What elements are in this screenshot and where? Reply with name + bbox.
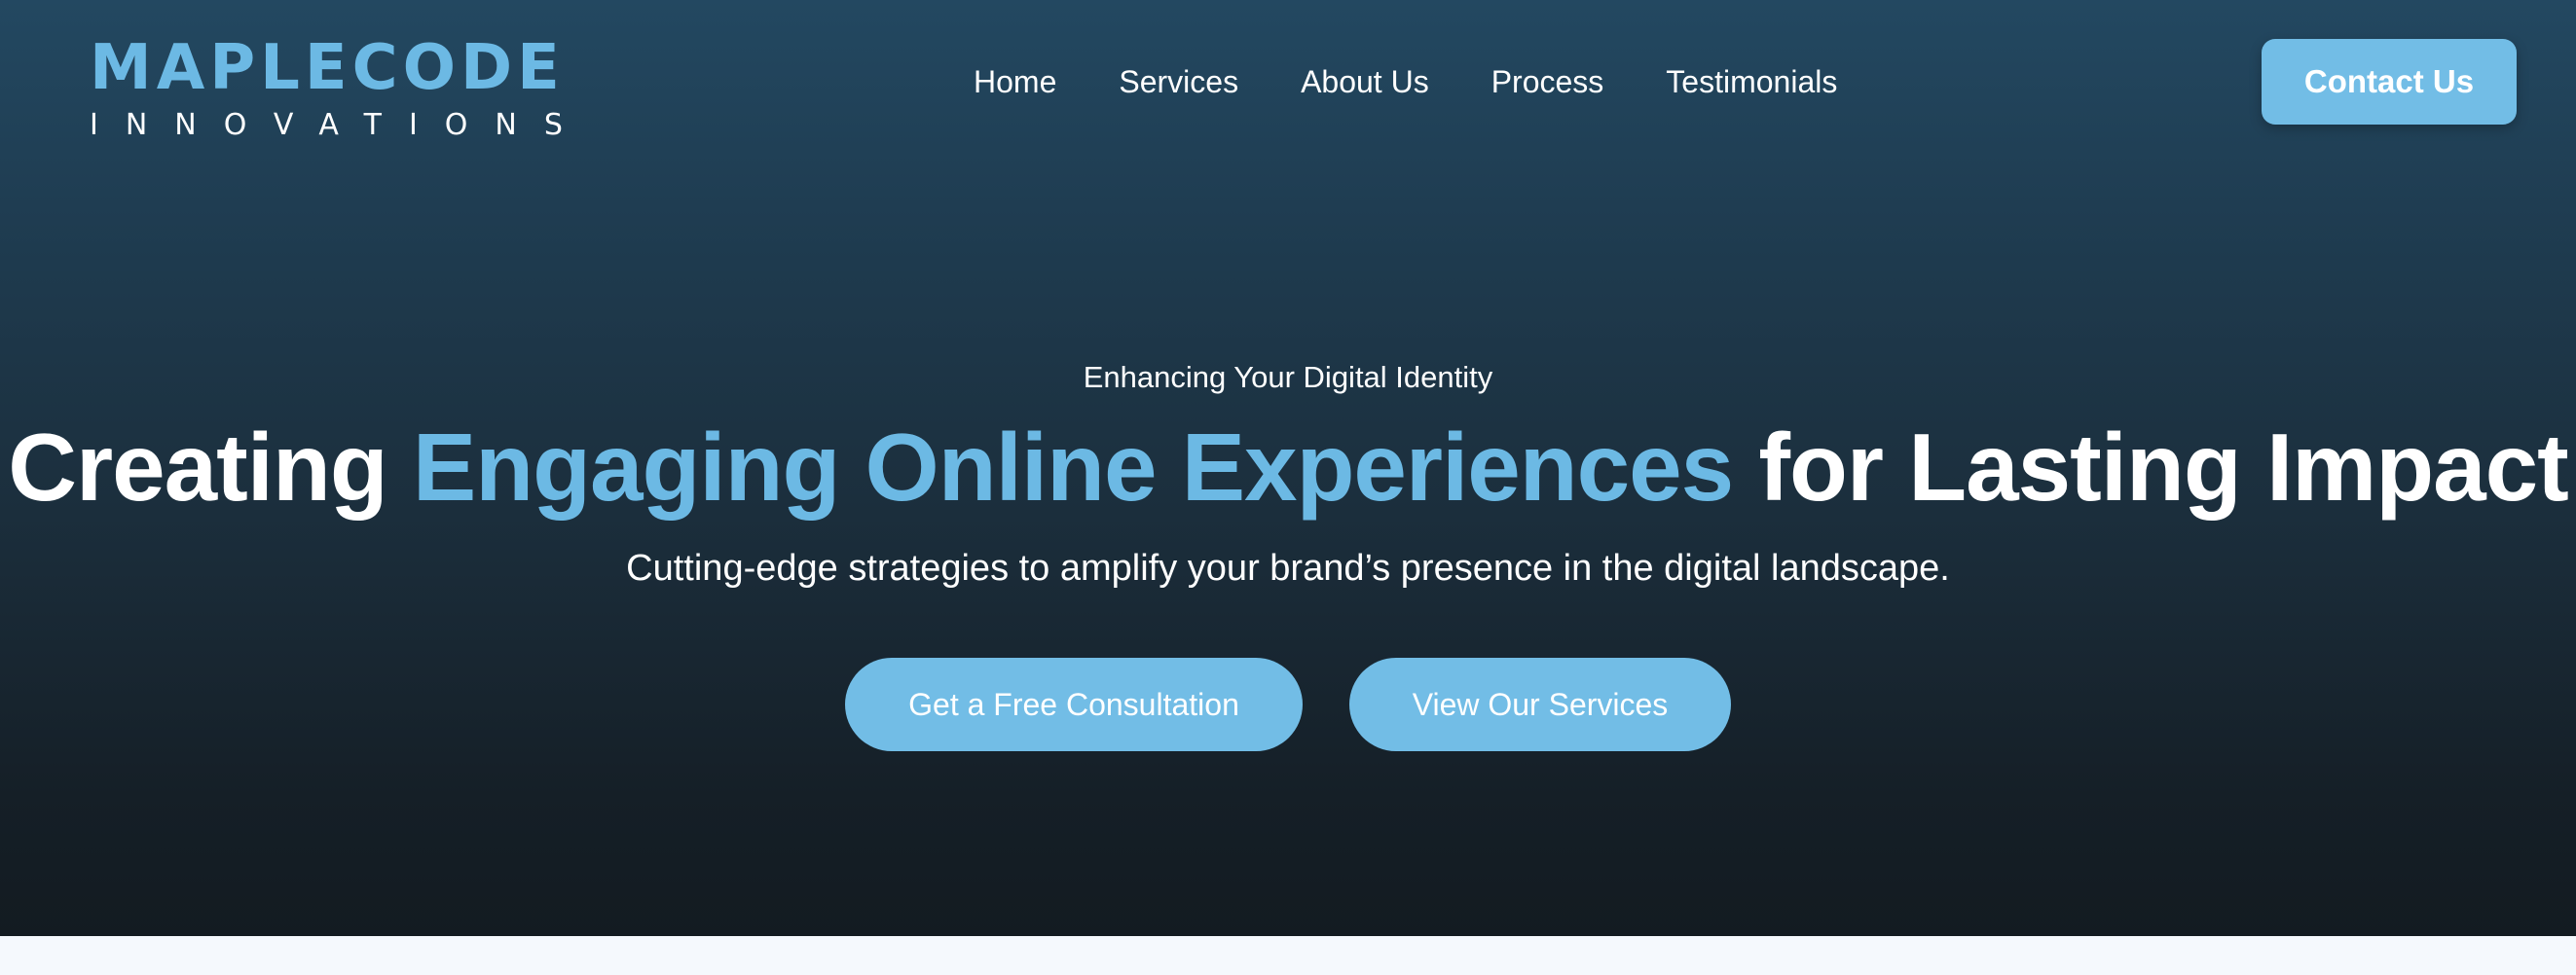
logo-wordmark: MAPLECODE [90,32,565,104]
logo[interactable]: MAPLECODE INNOVATIONS [90,32,590,142]
hero-headline: Creating Engaging Online Experiences for… [0,409,2576,525]
logo-tagline: INNOVATIONS [90,108,590,142]
nav-item-home[interactable]: Home [974,62,1056,101]
headline-part-1: Creating [8,414,413,521]
nav-item-process[interactable]: Process [1491,62,1604,101]
view-services-button[interactable]: View Our Services [1349,658,1731,751]
next-section-edge [0,936,2576,975]
nav-item-testimonials[interactable]: Testimonials [1666,62,1837,101]
hero-eyebrow: Enhancing Your Digital Identity [1083,360,1493,394]
hero-subheadline: Cutting-edge strategies to amplify your … [626,548,1950,589]
headline-accent: Engaging Online Experiences [412,414,1734,521]
nav-item-services[interactable]: Services [1119,62,1238,101]
contact-us-button[interactable]: Contact Us [2262,39,2517,125]
free-consultation-button[interactable]: Get a Free Consultation [845,658,1303,751]
main-nav: Home Services About Us Process Testimoni… [974,62,1837,101]
headline-part-2: for Lasting Impact [1733,414,2568,521]
nav-item-about-us[interactable]: About Us [1301,62,1429,101]
hero-cta-row: Get a Free Consultation View Our Service… [0,658,2576,751]
hero-section: MAPLECODE INNOVATIONS Home Services Abou… [0,0,2576,936]
